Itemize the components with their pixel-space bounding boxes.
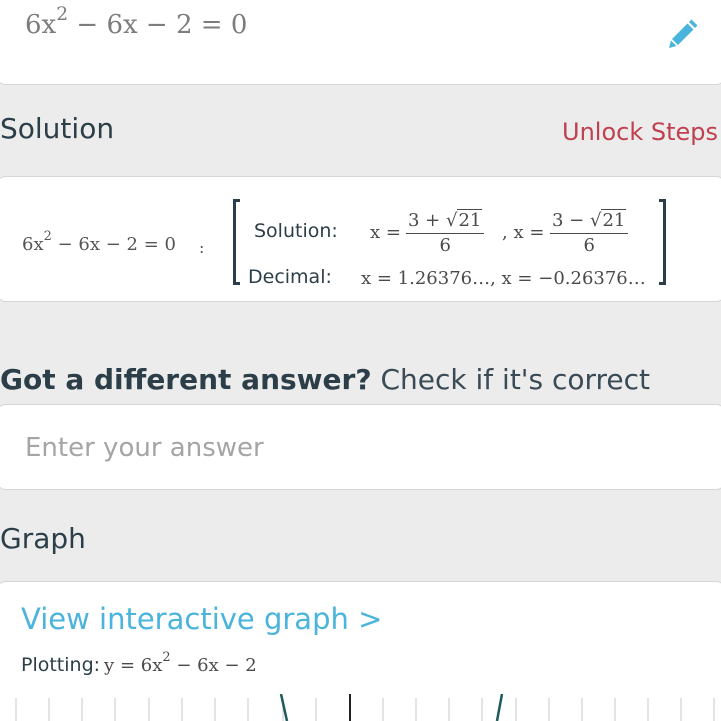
solution-x-eq: x = [370,222,401,243]
solution-eq-rest: − 6x − 2 = 0 [51,234,176,255]
solution-heading: Solution [0,112,115,145]
graph-preview[interactable] [0,694,721,721]
solution-label: Solution: [254,220,338,242]
graph-curve-left [279,694,289,721]
sqrt-icon: √ [589,210,602,231]
pencil-icon[interactable] [667,16,701,50]
plot-eq-rest: − 6x − 2 [170,655,257,676]
plot-equation: y = 6x2 − 6x − 2 [104,651,257,676]
decimal-values: x = 1.26376…, x = −0.26376… [361,268,646,289]
solution-fraction-plus: 3 + √21 6 [406,209,485,256]
fraction-plus-num: 3 + [408,210,446,231]
view-interactive-graph-link[interactable]: View interactive graph > [21,602,382,636]
solution-colon: : [199,238,205,257]
plot-eq-exponent: 2 [162,650,171,666]
solution-eq-exponent: 2 [43,229,52,245]
equation-input[interactable]: 6x2 − 6x − 2 = 0 [25,5,248,40]
left-bracket [233,199,240,285]
answer-input[interactable] [25,425,685,471]
solution-eq-coef: 6x [22,234,44,255]
decimal-label: Decimal: [248,266,332,288]
fraction-plus-den: 6 [439,235,451,256]
question-rest: Check if it's correct [371,363,651,396]
answer-card [0,404,721,490]
right-bracket [659,199,666,285]
equation-exponent: 2 [56,3,69,25]
solution-separator: , x = [502,222,545,243]
graph-ticks [15,698,715,721]
equation-coef: 6x [25,10,57,40]
graph-heading: Graph [0,522,86,555]
equation-rest: − 6x − 2 = 0 [68,10,248,40]
solution-fraction-minus: 3 − √21 6 [550,209,629,256]
question-bold: Got a different answer? [0,363,372,396]
equation-input-card[interactable]: 6x2 − 6x − 2 = 0 [0,0,721,85]
solution-equation: 6x2 − 6x − 2 = 0 [22,230,176,255]
sqrt-icon: √ [445,210,458,231]
fraction-plus-radicand: 21 [457,209,483,231]
fraction-minus-num: 3 − [552,210,590,231]
fraction-minus-den: 6 [583,235,595,256]
fraction-minus-radicand: 21 [601,209,627,231]
plotting-line: Plotting: y = 6x2 − 6x − 2 [21,651,257,676]
check-answer-question: Got a different answer? Check if it's co… [0,363,650,396]
plot-eq-lhs: y = 6x [104,655,163,676]
plotting-label: Plotting: [21,654,101,676]
unlock-steps-link[interactable]: Unlock Steps [562,118,718,146]
graph-curve-right [495,694,504,721]
